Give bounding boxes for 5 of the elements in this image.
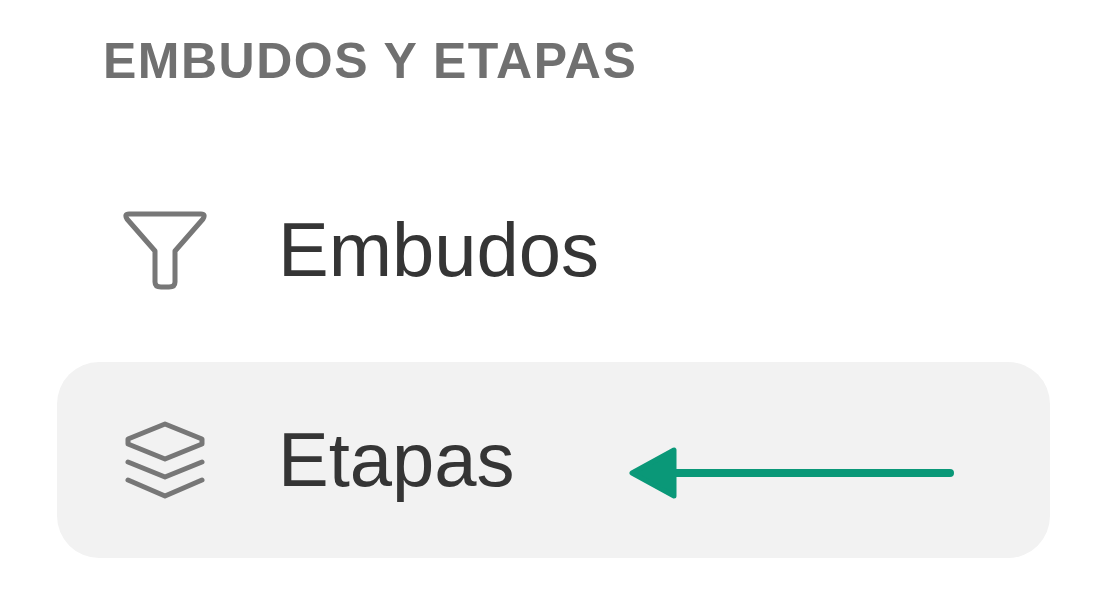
layers-icon xyxy=(122,420,208,500)
sidebar-item[interactable]: Embudos xyxy=(57,152,1050,348)
sidebar-item[interactable]: Etapas xyxy=(57,362,1050,558)
section-heading: EMBUDOS Y ETAPAS xyxy=(103,32,638,91)
funnel-icon xyxy=(122,210,208,290)
